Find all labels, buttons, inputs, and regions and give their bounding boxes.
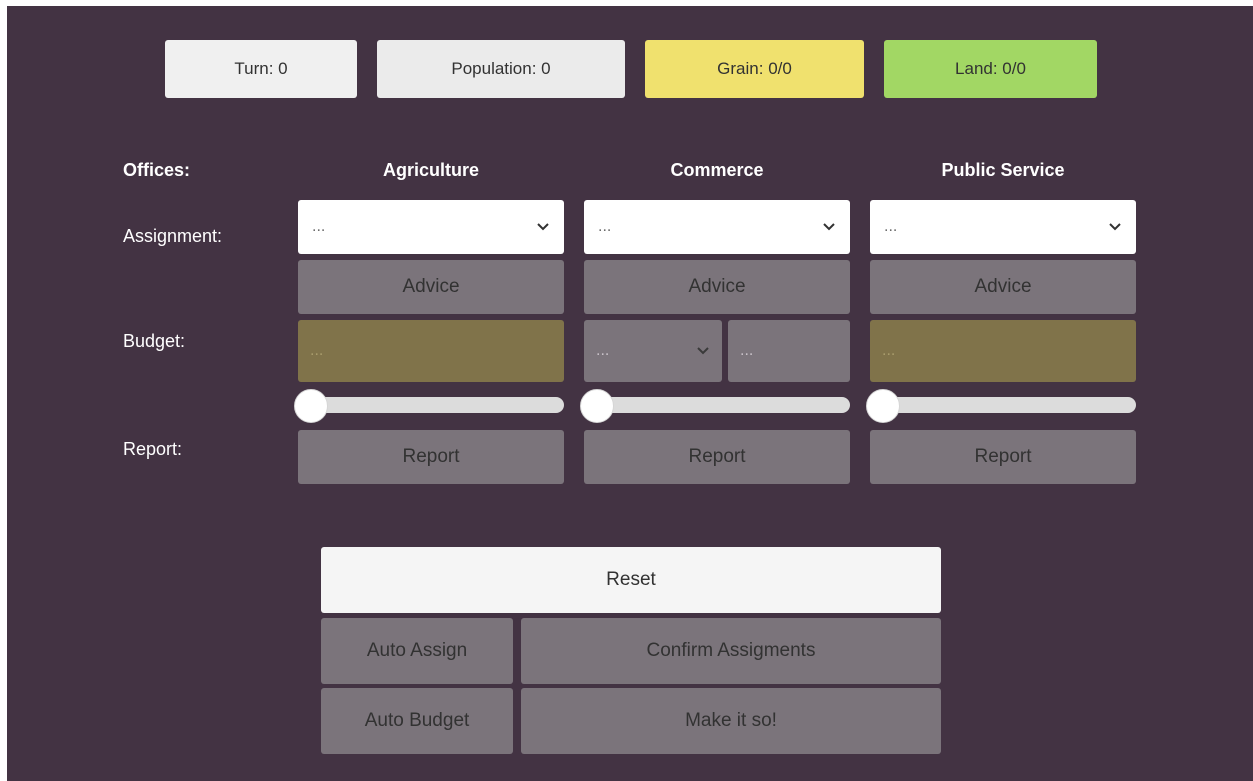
agriculture-assignment-value: ...	[312, 218, 326, 235]
agriculture-assignment-dropdown[interactable]: ...	[298, 200, 564, 254]
commerce-budget-dropdown[interactable]: ...	[584, 320, 722, 382]
budget-label: Budget:	[123, 331, 186, 351]
chevron-down-icon	[697, 347, 709, 355]
commerce-budget-select-value: ...	[596, 342, 610, 359]
agriculture-advice-button[interactable]: Advice	[298, 260, 564, 314]
public-service-budget-input[interactable]: ...	[870, 320, 1136, 382]
reset-button[interactable]: Reset	[321, 547, 941, 613]
commerce-heading: Commerce	[670, 160, 764, 180]
chevron-down-icon	[823, 223, 835, 231]
auto-assign-button[interactable]: Auto Assign	[321, 618, 513, 684]
commerce-budget-input[interactable]: ...	[728, 320, 850, 382]
agriculture-report-button[interactable]: Report	[298, 430, 564, 484]
public-service-report-button[interactable]: Report	[870, 430, 1136, 484]
commerce-budget-slider[interactable]	[584, 397, 850, 413]
public-service-heading: Public Service	[941, 160, 1065, 180]
public-service-assignment-value: ...	[884, 218, 898, 235]
chevron-down-icon	[1109, 223, 1121, 231]
chevron-down-icon	[537, 223, 549, 231]
population-indicator: Population: 0	[377, 40, 625, 98]
agriculture-budget-input[interactable]: ...	[298, 320, 564, 382]
report-label: Report:	[123, 439, 183, 459]
assignment-label: Assignment:	[123, 226, 223, 246]
agriculture-budget-slider[interactable]	[298, 397, 564, 413]
turn-indicator: Turn: 0	[165, 40, 357, 98]
public-service-assignment-dropdown[interactable]: ...	[870, 200, 1136, 254]
grain-indicator: Grain: 0/0	[645, 40, 864, 98]
public-service-advice-button[interactable]: Advice	[870, 260, 1136, 314]
commerce-assignment-value: ...	[598, 218, 612, 235]
commerce-assignment-dropdown[interactable]: ...	[584, 200, 850, 254]
public-service-budget-slider[interactable]	[870, 397, 1136, 413]
commerce-advice-button[interactable]: Advice	[584, 260, 850, 314]
commerce-slider-handle[interactable]	[580, 389, 614, 423]
confirm-assignments-button[interactable]: Confirm Assigments	[521, 618, 941, 684]
land-indicator: Land: 0/0	[884, 40, 1097, 98]
public-service-slider-handle[interactable]	[866, 389, 900, 423]
offices-label: Offices:	[123, 160, 191, 180]
commerce-report-button[interactable]: Report	[584, 430, 850, 484]
make-it-so-button[interactable]: Make it so!	[521, 688, 941, 754]
agriculture-heading: Agriculture	[382, 160, 479, 180]
agriculture-slider-handle[interactable]	[294, 389, 328, 423]
auto-budget-button[interactable]: Auto Budget	[321, 688, 513, 754]
